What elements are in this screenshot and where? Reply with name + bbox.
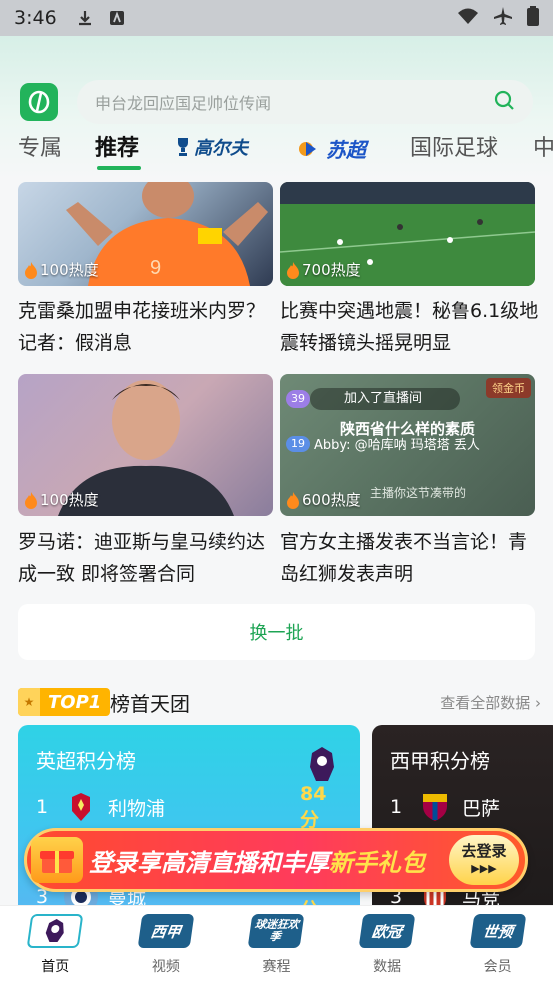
search-bar[interactable]: 申台龙回应国足帅位传闻 [77,80,533,124]
heat-indicator: 600热度 [286,489,361,510]
table-row[interactable]: 1 巴萨 [390,789,500,825]
laliga-tab-icon: 西甲 [137,914,195,948]
team-name: 巴萨 [462,797,501,820]
channel-tabs: 专属 推荐 高尔夫 苏超 国际足球 中 [0,130,553,170]
board-title: 英超积分榜 [36,749,136,773]
heat-value: 100热度 [40,261,99,279]
la-liga-board[interactable]: 西甲积分榜 1 巴萨 3 马竞 [372,725,553,925]
go-login-button[interactable]: 去登录 ▶▶▶ [449,835,519,885]
nav-member[interactable]: 世预 会员 [442,906,553,983]
search-icon[interactable] [493,89,515,115]
coin-tag: 领金币 [486,378,531,398]
barcelona-crest-icon [418,790,452,824]
refresh-batch-button[interactable]: 换一批 [18,604,535,660]
svg-text:9: 9 [150,257,161,279]
app-header: 申台龙回应国足帅位传闻 专属 推荐 高尔夫 苏超 国际足球 中 [0,36,553,180]
team-points: 84分 [300,782,327,831]
fan-carnival-tab-icon: 球迷狂欢季 [248,914,305,948]
see-all-data-link[interactable]: 查看全部数据 › [440,692,541,713]
news-image-2[interactable]: 700热度 [280,182,535,286]
news-title-2[interactable]: 比赛中突遇地震！秘鲁6.1级地震转播镜头摇晃明显 [280,295,542,359]
rank-section-header: ★ TOP1 榜首天团 查看全部数据 › [18,686,553,720]
nav-schedule[interactable]: 球迷狂欢季 赛程 [221,906,332,983]
news-title-1[interactable]: 克雷桑加盟申花接班米内罗？记者：假消息 [18,295,280,359]
heat-indicator: 700热度 [286,259,361,280]
news-image-4[interactable]: 加入了直播间 39 领金币 陕西省什么样的素质 19 Abby: @哈库呐 玛塔… [280,374,535,516]
wifi-icon [457,7,479,29]
stream-chat-line: 主播你这节凑带的 [370,486,467,500]
news-title-3[interactable]: 罗马诺：迪亚斯与皇马续约达成一致 即将签署合同 [18,526,280,590]
stream-chat-message: Abby: @哈库呐 玛塔塔 丢人 [314,438,480,453]
heat-value: 700热度 [302,261,361,279]
tab-golf[interactable]: 高尔夫 [176,134,248,160]
team-name: 利物浦 [108,797,166,820]
chevron-right-icon: › [535,694,541,712]
tab-recommended[interactable]: 推荐 [95,130,139,162]
active-tab-indicator [97,166,141,170]
rank-section-title: 榜首天团 [110,692,190,716]
tab-exclusive[interactable]: 专属 [18,130,62,162]
gift-box-icon [31,837,83,883]
tab-su-super-label: 苏超 [326,138,366,162]
download-icon [75,8,95,28]
premier-league-board[interactable]: 英超积分榜 1 利物浦 84分 3 曼城 71分 [18,725,360,925]
star-icon: ★ [18,688,40,716]
su-super-logo-icon [299,141,316,156]
stream-join-bubble: 加入了直播间 [310,388,460,410]
nav-home[interactable]: 首页 [0,906,111,983]
heat-value: 600热度 [302,491,361,509]
tab-su-super[interactable]: 苏超 [298,134,366,163]
news-image-1[interactable]: 9 100热度 [18,182,273,286]
ucl-tab-icon: 欧冠 [358,914,416,948]
level-badge: 39 [286,390,310,408]
airplane-mode-icon [493,6,513,30]
heat-value: 100热度 [40,491,99,509]
tab-international-football[interactable]: 国际足球 [410,130,498,162]
liverpool-crest-icon [64,790,98,824]
search-placeholder: 申台龙回应国足帅位传闻 [95,94,272,113]
battery-icon [527,6,539,30]
world-cup-qualifier-tab-icon: 世预 [469,914,527,948]
login-promo-banner[interactable]: 登录享高清直播和丰厚新手礼包 去登录 ▶▶▶ [24,828,528,892]
flame-icon [25,261,37,279]
tab-golf-label: 高尔夫 [194,138,248,159]
flame-icon [287,491,299,509]
arrows-icon: ▶▶▶ [471,862,497,875]
app-notification-icon [107,8,127,28]
board-title: 西甲积分榜 [390,749,490,773]
premier-league-home-icon [26,914,84,948]
heat-indicator: 100热度 [24,489,99,510]
status-bar: 3:46 [0,0,553,36]
status-time: 3:46 [14,7,57,29]
golf-trophy-icon [178,138,188,156]
tab-more-partial[interactable]: 中 [533,130,553,162]
news-title-4[interactable]: 官方女主播发表不当言论！青岛红狮发表声明 [280,526,542,590]
news-image-3[interactable]: 100热度 [18,374,273,516]
table-row[interactable]: 1 利物浦 84分 [36,783,326,831]
app-logo[interactable] [20,83,58,121]
flame-icon [25,491,37,509]
bottom-navigation: 首页 西甲 视频 球迷狂欢季 赛程 欧冠 数据 世预 会员 [0,905,553,983]
heat-indicator: 100热度 [24,259,99,280]
nav-video[interactable]: 西甲 视频 [111,906,222,983]
flame-icon [287,261,299,279]
nav-data[interactable]: 欧冠 数据 [332,906,443,983]
promo-text: 登录享高清直播和丰厚新手礼包 [89,848,425,877]
top1-badge: ★ TOP1 [18,688,110,716]
